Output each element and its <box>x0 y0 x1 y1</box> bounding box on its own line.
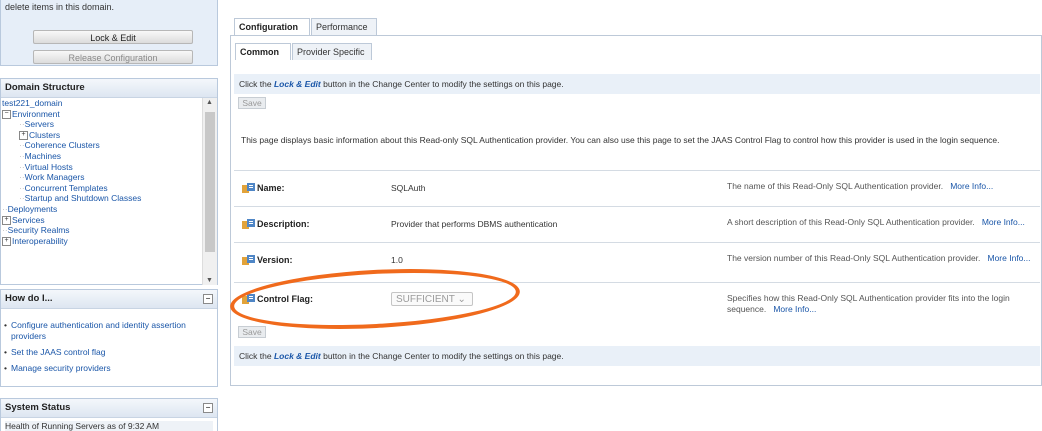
save-button-bottom[interactable]: Save <box>238 326 266 338</box>
system-status-panel: System Status − Health of Running Server… <box>0 398 218 431</box>
description-desc: A short description of this Read-Only SQ… <box>727 217 975 227</box>
tree-item[interactable]: + Interoperability <box>2 236 68 247</box>
how-do-i-panel: How do I... − Configure authentication a… <box>0 289 218 387</box>
scroll-up-icon[interactable]: ▲ <box>206 99 213 106</box>
release-configuration-button[interactable]: Release Configuration <box>33 50 193 64</box>
tree-item-label: Work Managers <box>24 172 85 183</box>
name-value: SQLAuth <box>391 183 426 193</box>
tree-item-label: Interoperability <box>12 235 68 246</box>
tab-provider-specific[interactable]: Provider Specific <box>292 43 372 60</box>
name-label: Name: <box>257 183 285 193</box>
how-do-i-title-text: How do I... <box>5 293 53 304</box>
tree-item[interactable]: test221_domain <box>2 98 63 109</box>
tree-expander-icon[interactable]: + <box>2 215 11 225</box>
tree-item-label: Concurrent Templates <box>24 182 108 193</box>
tree-item[interactable]: ··Machines <box>19 151 61 162</box>
scroll-thumb[interactable] <box>205 112 215 252</box>
save-button-top[interactable]: Save <box>238 97 266 109</box>
hint-lock-edit-link[interactable]: Lock & Edit <box>274 79 321 89</box>
version-label: Version: <box>257 255 293 265</box>
tree-item[interactable]: ··Servers <box>19 119 54 130</box>
tree-item[interactable]: ··Work Managers <box>19 172 85 183</box>
tree-item-label: Services <box>12 214 45 225</box>
description-more-info-link[interactable]: More Info... <box>982 217 1025 227</box>
left-column: delete items in this domain. Lock & Edit… <box>0 0 218 431</box>
system-status-text: Health of Running Servers as of 9:32 AM <box>5 421 213 431</box>
tree-item[interactable]: ··Coherence Clusters <box>19 140 100 151</box>
tab-performance[interactable]: Performance <box>311 18 377 35</box>
scroll-down-icon[interactable]: ▼ <box>206 277 213 284</box>
change-center-text: delete items in this domain. <box>5 2 115 12</box>
version-desc: The version number of this Read-Only SQL… <box>727 253 981 263</box>
chevron-down-icon: ⌄ <box>457 294 466 305</box>
tree-item[interactable]: ··Startup and Shutdown Classes <box>19 193 141 204</box>
tree-scrollbar[interactable]: ▲ ▼ <box>202 98 217 285</box>
system-status-title: System Status − <box>1 399 217 418</box>
hint-lock-edit-link[interactable]: Lock & Edit <box>274 351 321 361</box>
tab-configuration[interactable]: Configuration <box>234 18 310 35</box>
control-flag-more-info-link[interactable]: More Info... <box>773 304 816 314</box>
tree-item[interactable]: ··Virtual Hosts <box>19 162 73 173</box>
tree-expander-icon[interactable]: + <box>19 131 28 141</box>
tree-item-label: Clusters <box>29 129 61 140</box>
control-flag-label: Control Flag: <box>257 294 313 304</box>
tab-content: Common Provider Specific Click the Lock … <box>230 35 1042 386</box>
property-info-icon <box>242 255 255 266</box>
main-content: Configuration Performance Common Provide… <box>230 0 1042 386</box>
name-desc: The name of this Read-Only SQL Authentic… <box>727 181 944 191</box>
tree-expander-icon[interactable]: + <box>2 237 11 247</box>
version-more-info-link[interactable]: More Info... <box>988 253 1031 263</box>
page-intro: This page displays basic information abo… <box>241 135 1000 145</box>
tree-item[interactable]: ··Security Realms <box>2 225 70 236</box>
tree-item[interactable]: + Services <box>2 215 45 226</box>
how-do-i-link[interactable]: Manage security providers <box>1 363 201 374</box>
field-row-version: Version: 1.0 The version number of this … <box>234 242 1040 280</box>
control-flag-select[interactable]: SUFFICIENT ⌄ <box>391 292 473 306</box>
tree-expander-icon[interactable]: − <box>2 109 11 119</box>
version-value: 1.0 <box>391 255 403 265</box>
how-do-i-link[interactable]: Set the JAAS control flag <box>1 347 201 358</box>
name-more-info-link[interactable]: More Info... <box>950 181 993 191</box>
how-do-i-title: How do I... − <box>1 290 217 309</box>
system-status-title-text: System Status <box>5 402 71 413</box>
description-label: Description: <box>257 219 310 229</box>
tree-item-label: Environment <box>12 108 60 119</box>
tab-common[interactable]: Common <box>235 43 291 60</box>
collapse-icon[interactable]: − <box>203 294 213 304</box>
collapse-icon[interactable]: − <box>203 403 213 413</box>
how-do-i-list: Configure authentication and identity as… <box>1 320 201 379</box>
tree-item[interactable]: ··Concurrent Templates <box>19 183 108 194</box>
lock-edit-hint-bottom: Click the Lock & Edit button in the Chan… <box>234 346 1040 366</box>
control-flag-value: SUFFICIENT <box>396 294 455 305</box>
tree-item-label: Coherence Clusters <box>24 140 100 151</box>
tree-item-label: Virtual Hosts <box>24 161 73 172</box>
tree-item[interactable]: − Environment <box>2 109 60 120</box>
property-info-icon <box>242 183 255 194</box>
field-row-control-flag: Control Flag: SUFFICIENT ⌄ Specifies how… <box>234 282 1040 320</box>
description-value: Provider that performs DBMS authenticati… <box>391 219 558 229</box>
lock-edit-button[interactable]: Lock & Edit <box>33 30 193 44</box>
tree-item[interactable]: + Clusters <box>19 130 60 141</box>
domain-structure-panel: Domain Structure test221_domain − Environm… <box>0 78 218 285</box>
property-info-icon <box>242 294 255 305</box>
domain-tree: test221_domain − Environment ··Servers + Clus… <box>1 98 203 285</box>
domain-structure-title: Domain Structure <box>1 79 217 98</box>
tree-item-label: Startup and Shutdown Classes <box>24 193 142 204</box>
tree-item-label: Security Realms <box>7 225 70 236</box>
how-do-i-link[interactable]: Configure authentication and identity as… <box>1 320 201 342</box>
tree-item-label: Servers <box>24 119 54 130</box>
control-flag-desc: Specifies how this Read-Only SQL Authent… <box>727 293 1010 314</box>
tree-item-label: Machines <box>24 151 62 161</box>
field-row-name: Name: SQLAuth The name of this Read-Only… <box>234 170 1040 208</box>
property-info-icon <box>242 219 255 230</box>
tree-item-label: Deployments <box>7 204 58 214</box>
field-row-description: Description: Provider that performs DBMS… <box>234 206 1040 244</box>
tree-item[interactable]: ··Deployments <box>2 204 57 215</box>
change-center: delete items in this domain. Lock & Edit… <box>0 0 218 66</box>
tree-item-label: test221_domain <box>2 98 63 108</box>
lock-edit-hint-top: Click the Lock & Edit button in the Chan… <box>234 74 1040 94</box>
